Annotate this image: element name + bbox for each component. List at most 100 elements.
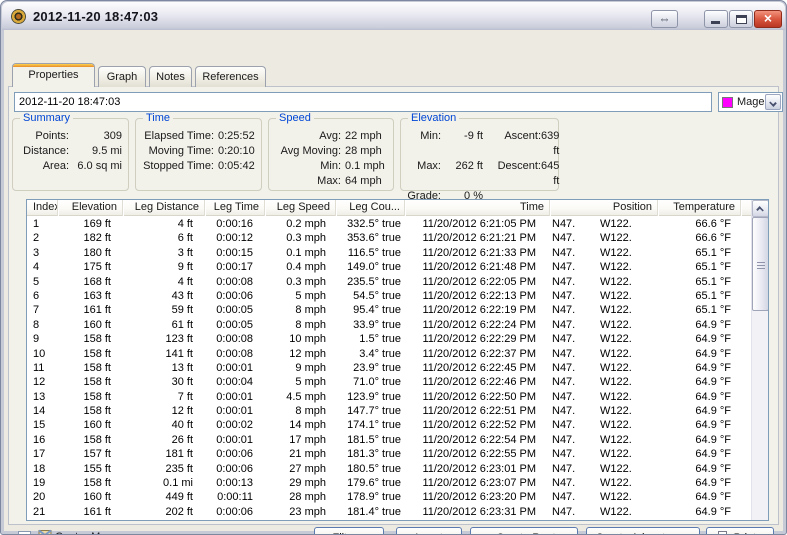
cell-temperature: 65.1 °F (658, 303, 741, 317)
scrollbar-thumb[interactable] (752, 217, 769, 311)
print-button[interactable]: Print... (706, 527, 774, 535)
cell-leg-time: 0:00:13 (205, 476, 265, 490)
cell-leg-distance: 6 ft (123, 231, 205, 245)
column-header-position[interactable]: Position (550, 200, 658, 216)
cell-latitude: N47. (550, 447, 600, 461)
cell-elevation: 158 ft (58, 332, 123, 346)
table-row[interactable]: 16 158 ft 26 ft 0:00:01 17 mph 181.5° tr… (27, 433, 751, 447)
table-row[interactable]: 12 158 ft 30 ft 0:00:04 5 mph 71.0° true… (27, 375, 751, 389)
title-bar[interactable]: 2012-11-20 18:47:03 ⇔ × (2, 2, 785, 30)
cell-position: N47. W122. (550, 303, 658, 317)
cell-leg-distance: 26 ft (123, 433, 205, 447)
invert-button[interactable]: Invert (396, 527, 462, 535)
cell-leg-course: 179.6° true (336, 476, 405, 490)
column-header-leg-distance[interactable]: Leg Distance (123, 200, 205, 216)
color-dropdown[interactable]: Magenta (718, 92, 783, 112)
center-map-checkbox[interactable] (18, 531, 31, 535)
swap-panes-button[interactable]: ⇔ (651, 10, 678, 28)
table-row[interactable]: 17 157 ft 181 ft 0:00:06 21 mph 181.3° t… (27, 447, 751, 461)
cell-temperature: 64.9 °F (658, 505, 741, 519)
table-row[interactable]: 1 169 ft 4 ft 0:00:16 0.2 mph 332.5° tru… (27, 217, 751, 231)
tab-properties[interactable]: Properties (12, 63, 95, 87)
stat-label: Max: (269, 174, 341, 189)
cell-leg-course: 332.5° true (336, 217, 405, 231)
cell-leg-course: 174.1° true (336, 418, 405, 432)
column-header-temperature[interactable]: Temperature (658, 200, 741, 216)
cell-elevation: 158 ft (58, 404, 123, 418)
cell-leg-speed: 0.4 mph (265, 260, 336, 274)
cell-index: 6 (27, 289, 58, 303)
chevron-down-icon (769, 99, 777, 107)
table-row[interactable]: 5 168 ft 4 ft 0:00:08 0.3 mph 235.5° tru… (27, 275, 751, 289)
cell-time: 11/20/2012 6:23:31 PM (405, 505, 550, 519)
cell-elevation: 175 ft (58, 260, 123, 274)
close-button[interactable]: × (754, 10, 782, 28)
cell-index: 2 (27, 231, 58, 245)
cell-leg-course: 182.1° true (336, 519, 405, 520)
cell-leg-course: 149.0° true (336, 260, 405, 274)
table-row[interactable]: 19 158 ft 0.1 mi 0:00:13 29 mph 179.6° t… (27, 476, 751, 490)
cell-longitude: W122. (600, 347, 658, 361)
cell-time: 11/20/2012 6:22:19 PM (405, 303, 550, 317)
cell-temperature: 64.9 °F (658, 375, 741, 389)
cell-leg-time: 0:00:05 (205, 303, 265, 317)
maximize-button[interactable] (729, 10, 753, 28)
track-medallion-icon (11, 9, 26, 24)
table-row[interactable]: 20 160 ft 449 ft 0:00:11 28 mph 178.9° t… (27, 490, 751, 504)
track-name-input[interactable] (14, 92, 712, 112)
cell-latitude: N47. (550, 289, 600, 303)
column-header-elevation[interactable]: Elevation (58, 200, 123, 216)
stat-value: 645 ft (541, 159, 559, 189)
table-row[interactable]: 18 155 ft 235 ft 0:00:06 27 mph 180.5° t… (27, 462, 751, 476)
vertical-scrollbar[interactable] (751, 200, 768, 520)
scrollbar-up-button[interactable] (752, 200, 769, 217)
column-header-time[interactable]: Time (405, 200, 550, 216)
cell-latitude: N47. (550, 246, 600, 260)
cell-longitude: W122. (600, 404, 658, 418)
table-row[interactable]: 14 158 ft 12 ft 0:00:01 8 mph 147.7° tru… (27, 404, 751, 418)
column-header-leg-course[interactable]: Leg Cou... (336, 200, 405, 216)
button-label: Invert (415, 528, 443, 535)
stat-label: Elapsed Time: (136, 129, 214, 144)
table-row[interactable]: 15 160 ft 40 ft 0:00:02 14 mph 174.1° tr… (27, 418, 751, 432)
create-route-button[interactable]: Create Route... (470, 527, 578, 535)
column-header-index[interactable]: Index (27, 200, 58, 216)
cell-longitude: W122. (600, 246, 658, 260)
tab-notes[interactable]: Notes (149, 66, 192, 87)
column-header-leg-speed[interactable]: Leg Speed (265, 200, 336, 216)
table-row[interactable]: 9 158 ft 123 ft 0:00:08 10 mph 1.5° true… (27, 332, 751, 346)
cell-position: N47. W122. (550, 318, 658, 332)
filter-button[interactable]: Filter... (314, 527, 384, 535)
table-row[interactable]: 8 160 ft 61 ft 0:00:05 8 mph 33.9° true … (27, 318, 751, 332)
cell-leg-time: 0:00:15 (205, 246, 265, 260)
cell-longitude: W122. (600, 260, 658, 274)
table-row[interactable]: 11 158 ft 13 ft 0:00:01 9 mph 23.9° true… (27, 361, 751, 375)
column-header-leg-time[interactable]: Leg Time (205, 200, 265, 216)
tab-graph[interactable]: Graph (98, 66, 146, 87)
cell-position: N47. W122. (550, 246, 658, 260)
table-row[interactable]: 22 161 ft 44 ft 0:00:02 19 mph 182.1° tr… (27, 519, 751, 520)
cell-index: 8 (27, 318, 58, 332)
table-row[interactable]: 4 175 ft 9 ft 0:00:17 0.4 mph 149.0° tru… (27, 260, 751, 274)
double-arrow-icon: ⇔ (659, 12, 671, 26)
cell-time: 11/20/2012 6:21:33 PM (405, 246, 550, 260)
groupbox-title: Summary (20, 112, 73, 124)
table-row[interactable]: 10 158 ft 141 ft 0:00:08 12 mph 3.4° tru… (27, 347, 751, 361)
cell-time: 11/20/2012 6:22:37 PM (405, 347, 550, 361)
table-row[interactable]: 21 161 ft 202 ft 0:00:06 23 mph 181.4° t… (27, 505, 751, 519)
cell-leg-distance: 235 ft (123, 462, 205, 476)
tab-references[interactable]: References (195, 66, 266, 87)
table-row[interactable]: 7 161 ft 59 ft 0:00:05 8 mph 95.4° true … (27, 303, 751, 317)
table-row[interactable]: 6 163 ft 43 ft 0:00:06 5 mph 54.5° true … (27, 289, 751, 303)
table-row[interactable]: 13 158 ft 7 ft 0:00:01 4.5 mph 123.9° tr… (27, 390, 751, 404)
minimize-button[interactable] (704, 10, 728, 28)
cell-leg-distance: 3 ft (123, 246, 205, 260)
cell-latitude: N47. (550, 275, 600, 289)
table-row[interactable]: 3 180 ft 3 ft 0:00:15 0.1 mph 116.5° tru… (27, 246, 751, 260)
dropdown-arrow-button[interactable] (765, 94, 781, 110)
cell-position: N47. W122. (550, 332, 658, 346)
create-adventure-button[interactable]: Create Adventure... (586, 527, 700, 535)
table-row[interactable]: 2 182 ft 6 ft 0:00:12 0.3 mph 353.6° tru… (27, 231, 751, 245)
cell-leg-course: 353.6° true (336, 231, 405, 245)
cell-elevation: 158 ft (58, 361, 123, 375)
